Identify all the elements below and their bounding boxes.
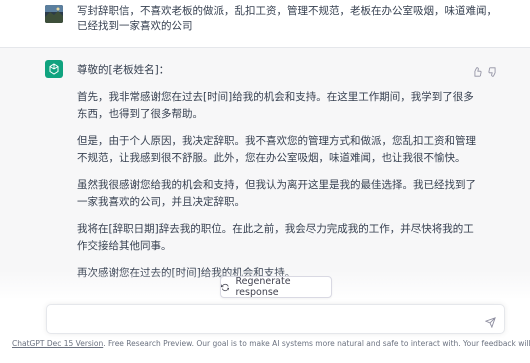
openai-logo [45,60,63,78]
message-paragraph: 我将在[辞职日期]辞去我的职位。在此之前，我会尽力完成我的工作，并尽快将我的工作… [77,223,474,252]
message-paragraph: 首先，我非常感谢您在过去[时间]给我的机会和支持。在这里工作期间，我学到了很多东… [77,91,474,120]
regenerate-button[interactable]: Regenerate response [220,276,332,298]
chat-input[interactable] [46,304,505,334]
refresh-icon [221,283,230,291]
message-paragraph: 虽然我很感谢您给我的机会和支持，但我认为离开这里是我的最佳选择。我已经找到了一家… [77,179,476,208]
assistant-message-text: 尊敬的[老板姓名]： 首先，我非常感谢您在过去[时间]给我的机会和支持。在这里工… [77,62,477,292]
message-paragraph: 但是，由于个人原因，我决定辞职。我不喜欢您的管理方式和做派，您乱扣工资和管理不规… [77,135,476,164]
user-message-row: 写封辞职信，不喜欢老板的做派，乱扣工资，管理不规范，老板在办公室吸烟，味道难闻，… [0,0,530,48]
thumbs-up-icon[interactable] [472,62,482,77]
greeting-paragraph: 尊敬的[老板姓名]： [77,64,170,76]
footer-text: . Free Research Preview. Our goal is to … [103,339,530,348]
footer-disclaimer: ChatGPT Dec 15 Version. Free Research Pr… [12,339,530,348]
regenerate-label: Regenerate response [235,276,291,298]
send-icon[interactable] [484,313,496,332]
user-message-text: 写封辞职信，不喜欢老板的做派，乱扣工资，管理不规范，老板在办公室吸烟，味道难闻，… [77,5,497,32]
assistant-message-row: 尊敬的[老板姓名]： 首先，我非常感谢您在过去[时间]给我的机会和支持。在这里工… [0,48,530,298]
user-avatar [45,5,63,23]
thumbs-down-icon[interactable] [488,62,498,77]
version-link[interactable]: ChatGPT Dec 15 Version [12,339,103,348]
